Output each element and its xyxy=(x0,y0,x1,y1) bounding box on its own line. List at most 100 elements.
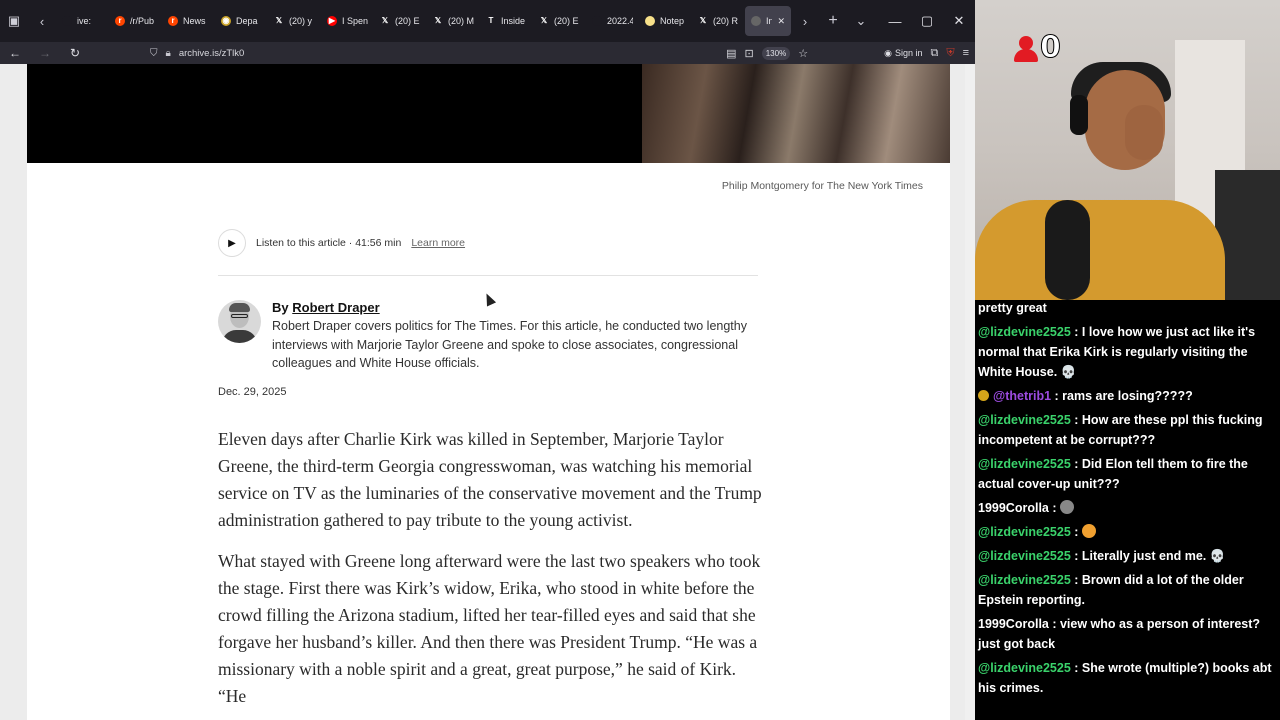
tab-label: (20) E xyxy=(395,16,420,26)
tab[interactable]: Notep xyxy=(639,6,692,36)
chat-text: pretty great xyxy=(978,301,1047,315)
tab-active[interactable]: Ins ✕ xyxy=(745,6,791,36)
tab[interactable]: ◉ Depa xyxy=(215,6,268,36)
menu-icon[interactable]: ≡ xyxy=(963,47,969,59)
tab-overview-icon[interactable]: ▣ xyxy=(0,7,28,35)
chat-message: pretty great xyxy=(978,298,1276,318)
close-tab-icon[interactable]: ✕ xyxy=(777,16,785,27)
save-to-pocket-icon[interactable]: ⊡ xyxy=(745,47,754,60)
tab-label: 2022.4 xyxy=(607,16,633,26)
lock-icon[interactable]: 🔒︎ xyxy=(166,48,171,59)
play-icon[interactable]: ▶ xyxy=(218,229,246,257)
tab-favicon-icon: 𝕏 xyxy=(698,16,708,26)
tab-label: Notep xyxy=(660,16,685,26)
article-page: Philip Montgomery for The New York Times… xyxy=(27,64,950,720)
reader-view-icon[interactable]: ▤ xyxy=(726,47,736,60)
shield-icon[interactable]: ⛉ xyxy=(150,48,158,59)
tab-label: (20) E xyxy=(554,16,579,26)
tab-label: I Spen xyxy=(342,16,368,26)
tab[interactable]: 𝕏 (20) R xyxy=(692,6,745,36)
tab[interactable]: T Inside xyxy=(480,6,533,36)
chat-text: : xyxy=(1048,501,1060,515)
chat-text: : rams are losing????? xyxy=(1051,389,1193,403)
chat-username[interactable]: 1999Corolla xyxy=(978,617,1049,631)
tab-label: Depa xyxy=(236,16,258,26)
minimize-icon[interactable]: — xyxy=(879,0,911,42)
tab[interactable]: 𝕏 (20) y xyxy=(268,6,321,36)
chat-username[interactable]: @thetrib1 xyxy=(993,389,1051,403)
chat-username[interactable]: @lizdevine2525 xyxy=(978,457,1071,471)
reload-icon[interactable]: ↻ xyxy=(60,42,90,64)
chat-username[interactable]: @lizdevine2525 xyxy=(978,413,1071,427)
learn-more-link[interactable]: Learn more xyxy=(411,237,465,249)
tab-label: (20) M xyxy=(448,16,474,26)
tab-favicon-icon: ▶ xyxy=(327,16,337,26)
list-tabs-icon[interactable]: ⌄ xyxy=(847,7,875,35)
listen-audio-bar: ▶ Listen to this article · 41:56 min Lea… xyxy=(218,229,465,257)
tab-favicon-icon: T xyxy=(486,16,496,26)
page-viewport: Philip Montgomery for The New York Times… xyxy=(0,64,975,720)
tab-label: (20) R xyxy=(713,16,739,26)
chat-message: @lizdevine2525 : Did Elon tell them to f… xyxy=(978,454,1276,494)
tab-bar: ▣ ‹ ive: r/r/Pub r News ◉ Depa 𝕏 (20) y ▶ I Spen 𝕏… xyxy=(0,0,975,42)
scroll-tabs-right-icon[interactable]: › xyxy=(791,7,819,35)
tab[interactable]: 𝕏 (20) E xyxy=(533,6,586,36)
chat-username[interactable]: @lizdevine2525 xyxy=(978,525,1071,539)
viewer-count: 0 xyxy=(1040,30,1062,66)
chat-message: @thetrib1 : rams are losing????? xyxy=(978,386,1276,406)
paragraph: What stayed with Greene long afterward w… xyxy=(218,551,761,706)
tab[interactable]: 𝕏 (20) E xyxy=(374,6,427,36)
zoom-level[interactable]: 130% xyxy=(761,46,791,60)
chat-username[interactable]: @lizdevine2525 xyxy=(978,661,1071,675)
tab-favicon-icon xyxy=(62,16,72,26)
sign-in-button[interactable]: ◉ Sign in xyxy=(884,48,922,59)
chat-username[interactable]: @lizdevine2525 xyxy=(978,549,1071,563)
tab-favicon-icon xyxy=(645,16,655,26)
tab-favicon-icon: r xyxy=(168,16,178,26)
tab-label: News xyxy=(183,16,206,26)
author-avatar xyxy=(218,300,261,343)
tab[interactable]: r News xyxy=(162,6,215,36)
tab[interactable]: r/r/Pub xyxy=(109,6,162,36)
author-line: By Robert Draper xyxy=(272,300,752,315)
new-tab-icon[interactable]: + xyxy=(819,7,847,35)
tab[interactable]: 𝕏 (20) M xyxy=(427,6,480,36)
scroll-tabs-left-icon[interactable]: ‹ xyxy=(28,7,56,35)
chat-message: 1999Corolla : xyxy=(978,498,1276,518)
bookmark-star-icon[interactable]: ☆ xyxy=(798,47,808,60)
tab-favicon-icon: ◉ xyxy=(221,16,231,26)
maximize-icon[interactable]: ▢ xyxy=(911,0,943,42)
tab-favicon-icon: 𝕏 xyxy=(433,16,443,26)
tab[interactable]: ▶ I Spen xyxy=(321,6,374,36)
chat-message: @lizdevine2525 : I love how we just act … xyxy=(978,322,1276,382)
close-window-icon[interactable]: ✕ xyxy=(943,0,975,42)
person-icon xyxy=(1013,34,1039,62)
extensions-icon[interactable]: ⧉ xyxy=(930,47,938,60)
url-text[interactable]: archive.is/zTlk0 xyxy=(179,48,244,59)
tab[interactable]: ive: xyxy=(56,6,109,36)
stream-overlay: 0 pretty great @lizdevine2525 : I love ho… xyxy=(975,0,1280,720)
author-link[interactable]: Robert Draper xyxy=(292,300,379,315)
tab-favicon-icon: r xyxy=(115,16,125,26)
tab-label: /r/Pub xyxy=(130,16,155,26)
back-icon[interactable]: ← xyxy=(0,42,30,64)
ublock-icon[interactable]: ⛨ xyxy=(946,47,954,60)
chat-username[interactable]: @lizdevine2525 xyxy=(978,573,1071,587)
byline: By Robert Draper Robert Draper covers po… xyxy=(218,300,752,373)
forward-icon[interactable]: → xyxy=(30,42,60,64)
tab-label: (20) y xyxy=(289,16,313,26)
hero-image xyxy=(27,64,950,163)
divider xyxy=(218,275,758,276)
nav-toolbar-right: ▤ ⊡ 130% ☆ ◉ Sign in ⧉ ⛨ ≡ xyxy=(726,42,975,64)
chat-message: 1999Corolla : view who as a person of in… xyxy=(978,614,1276,654)
scrollbar[interactable] xyxy=(965,64,975,720)
chat-username[interactable]: 1999Corolla xyxy=(978,501,1049,515)
chat-username[interactable]: @lizdevine2525 xyxy=(978,325,1071,339)
tab[interactable]: 2022.4 xyxy=(586,6,639,36)
listen-label: Listen to this article · 41:56 min xyxy=(256,237,402,249)
page-favicon-icon xyxy=(751,16,761,26)
photo-credit: Philip Montgomery for The New York Times xyxy=(721,180,923,192)
tab-favicon-icon: 𝕏 xyxy=(380,16,390,26)
sign-in-label: Sign in xyxy=(894,48,923,58)
address-bar[interactable]: ⛉ 🔒︎ archive.is/zTlk0 xyxy=(150,42,770,64)
